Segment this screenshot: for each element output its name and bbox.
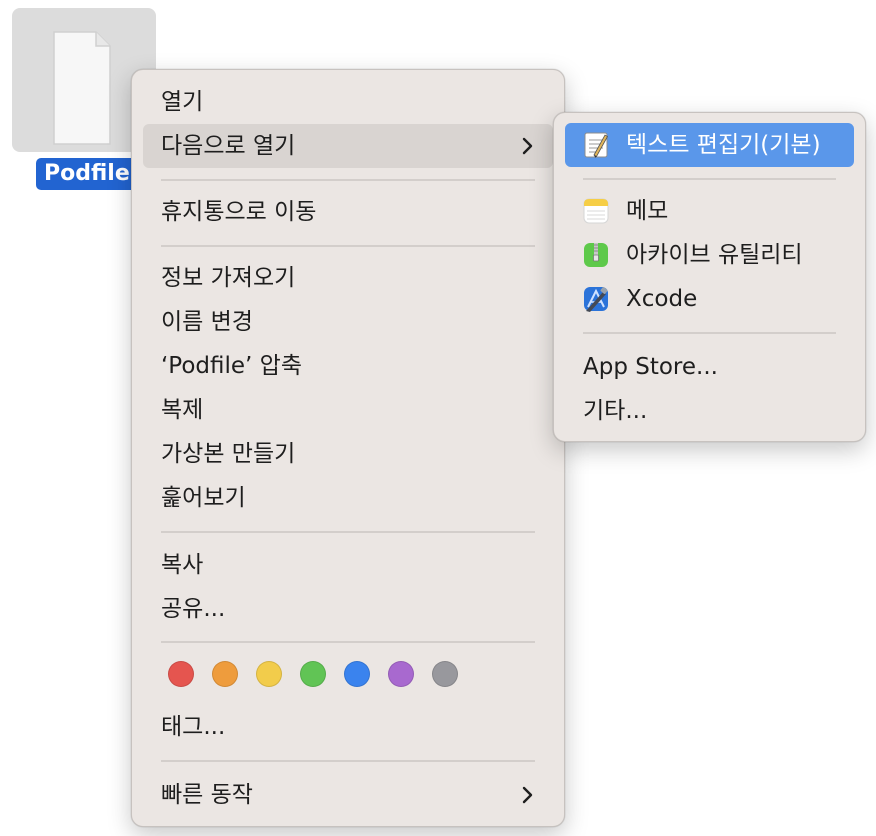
tag-green[interactable] (300, 661, 326, 687)
submenu-item-xcode-label: Xcode (626, 286, 698, 312)
menu-item-duplicate[interactable]: 복제 (143, 388, 553, 432)
context-menu: 열기 다음으로 열기 휴지통으로 이동 정보 가져오기 이름 변경 ‘Podfi… (131, 69, 565, 827)
menu-item-quick-actions[interactable]: 빠른 동작 (143, 773, 553, 817)
file-name-label[interactable]: Podfile (36, 158, 138, 190)
menu-item-open-with-label: 다음으로 열기 (161, 133, 296, 159)
menu-separator (583, 332, 836, 334)
xcode-icon (584, 287, 608, 312)
submenu-item-textedit-label: 텍스트 편집기(기본) (626, 132, 821, 158)
menu-item-open-with[interactable]: 다음으로 열기 (143, 124, 553, 168)
submenu-item-notes-label: 메모 (626, 198, 669, 224)
menu-separator (161, 245, 535, 247)
menu-separator (161, 641, 535, 643)
submenu-item-archive-utility[interactable]: 아카이브 유틸리티 (565, 233, 854, 277)
document-icon (53, 31, 111, 145)
chevron-right-icon (517, 124, 537, 168)
open-with-submenu: 텍스트 편집기(기본) 메모 아카이브 유틸리티 Xcode App Store… (553, 112, 866, 442)
menu-separator (161, 179, 535, 181)
menu-separator (161, 531, 535, 533)
textedit-icon (584, 132, 609, 158)
menu-item-compress[interactable]: ‘Podfile’ 압축 (143, 344, 553, 388)
tag-gray[interactable] (432, 661, 458, 687)
submenu-item-app-store[interactable]: App Store... (565, 345, 854, 389)
menu-item-get-info[interactable]: 정보 가져오기 (143, 256, 553, 300)
tag-blue[interactable] (344, 661, 370, 687)
tag-color-row (168, 661, 458, 691)
tag-yellow[interactable] (256, 661, 282, 687)
menu-item-make-alias[interactable]: 가상본 만들기 (143, 432, 553, 476)
archive-utility-icon (584, 243, 608, 267)
menu-separator (161, 760, 535, 762)
chevron-right-icon (517, 773, 537, 817)
menu-item-quick-look[interactable]: 훑어보기 (143, 476, 553, 520)
tag-red[interactable] (168, 661, 194, 687)
menu-item-copy[interactable]: 복사 (143, 543, 553, 587)
menu-separator (583, 178, 836, 180)
menu-item-tags[interactable]: 태그... (143, 705, 553, 749)
notes-icon (583, 198, 609, 224)
tag-orange[interactable] (212, 661, 238, 687)
tag-purple[interactable] (388, 661, 414, 687)
menu-item-move-to-trash[interactable]: 휴지통으로 이동 (143, 190, 553, 234)
submenu-item-textedit[interactable]: 텍스트 편집기(기본) (565, 123, 854, 167)
submenu-item-xcode[interactable]: Xcode (565, 277, 854, 321)
menu-item-rename[interactable]: 이름 변경 (143, 300, 553, 344)
menu-item-open[interactable]: 열기 (143, 80, 553, 124)
menu-item-share[interactable]: 공유... (143, 587, 553, 631)
menu-item-quick-actions-label: 빠른 동작 (161, 782, 253, 808)
submenu-item-notes[interactable]: 메모 (565, 189, 854, 233)
submenu-item-other[interactable]: 기타... (565, 389, 854, 433)
submenu-item-archive-utility-label: 아카이브 유틸리티 (626, 242, 803, 268)
